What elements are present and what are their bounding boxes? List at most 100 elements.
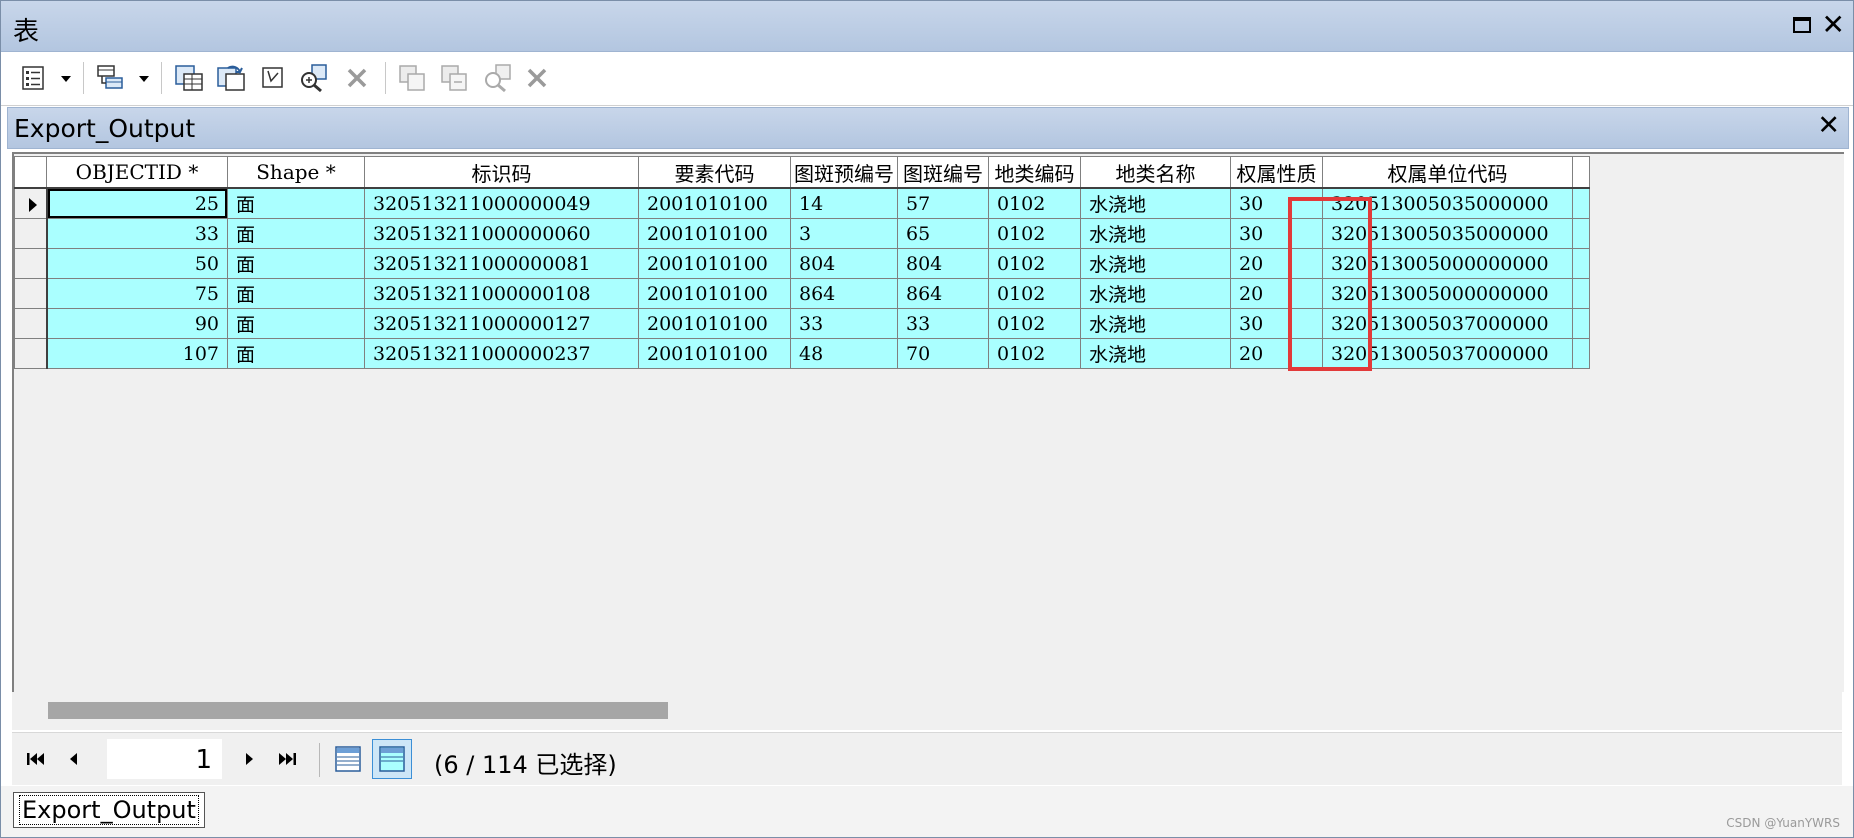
row-selector-header[interactable]	[14, 156, 47, 189]
table-cell[interactable]: 320513005035000000	[1322, 218, 1573, 249]
switch-selection-icon[interactable]	[215, 62, 247, 94]
table-cell[interactable]: 320513005000000000	[1322, 248, 1573, 279]
table-cell[interactable]: 320513211000000060	[364, 218, 639, 249]
attribute-grid[interactable]: OBJECTID * Shape * 标识码 要素代码 图斑预编号 图斑编号 地类编码 地类名…	[12, 152, 1844, 692]
window-title-bar[interactable]: 表 ✕	[1, 1, 1853, 52]
table-cell[interactable]: 33	[897, 308, 989, 339]
related-tables-icon[interactable]	[95, 62, 127, 94]
table-cell[interactable]: 90	[46, 308, 228, 339]
table-cell[interactable]: 面	[227, 308, 365, 339]
related-tables-dropdown-icon[interactable]	[139, 76, 149, 82]
first-record-icon[interactable]	[22, 747, 48, 771]
column-header[interactable]: 权属单位代码	[1322, 156, 1573, 189]
table-cell[interactable]: 33	[790, 308, 898, 339]
table-cell[interactable]: 48	[790, 338, 898, 369]
table-cell[interactable]: 0102	[988, 218, 1081, 249]
table-cell[interactable]: 面	[227, 218, 365, 249]
column-header[interactable]: 要素代码	[638, 156, 791, 189]
table-cell[interactable]: 2001010100	[638, 218, 791, 249]
table-options-icon[interactable]	[17, 62, 49, 94]
column-header[interactable]: 地类名称	[1080, 156, 1231, 189]
tab-export-output[interactable]: Export_Output	[13, 792, 205, 828]
table-cell[interactable]: 864	[790, 278, 898, 309]
table-cell[interactable]: 864	[897, 278, 989, 309]
table-cell[interactable]: 面	[227, 338, 365, 369]
table-cell[interactable]: 804	[790, 248, 898, 279]
clear-selection-icon[interactable]	[257, 62, 289, 94]
row-selector[interactable]	[14, 248, 48, 279]
table-cell[interactable]: 面	[227, 248, 365, 279]
table-options-dropdown-icon[interactable]	[61, 76, 71, 82]
column-header[interactable]: OBJECTID *	[46, 156, 228, 189]
table-cell[interactable]: 57	[897, 187, 989, 219]
show-selected-records-icon[interactable]	[372, 739, 412, 779]
table-row[interactable]: 90 面 320513211000000127 2001010100 33 33 0102 水…	[14, 308, 1590, 339]
maximize-icon[interactable]	[1793, 17, 1811, 33]
copy-selected-icon[interactable]	[397, 62, 429, 94]
current-record-value[interactable]: 1	[195, 745, 212, 775]
table-row[interactable]: 25 面 320513211000000049 2001010100 14 57 0102 水…	[14, 187, 1590, 219]
delete-selected-icon[interactable]	[341, 62, 373, 94]
select-by-attributes-icon[interactable]	[173, 62, 205, 94]
table-cell[interactable]: 水浇地	[1080, 338, 1231, 369]
table-cell[interactable]: 面	[227, 278, 365, 309]
table-cell[interactable]: 320513005037000000	[1322, 308, 1573, 339]
zoom-to-record-icon[interactable]	[481, 62, 513, 94]
scrollbar-thumb[interactable]	[48, 702, 668, 719]
table-cell[interactable]: 面	[227, 187, 365, 219]
table-cell[interactable]: 33	[46, 218, 228, 249]
table-row[interactable]: 33 面 320513211000000060 2001010100 3 65 0102 水浇…	[14, 218, 1590, 249]
column-header[interactable]: 地类编码	[988, 156, 1081, 189]
table-cell[interactable]: 2001010100	[638, 338, 791, 369]
table-cell[interactable]: 0102	[988, 338, 1081, 369]
table-cell[interactable]: 3	[790, 218, 898, 249]
table-cell[interactable]: 320513211000000127	[364, 308, 639, 339]
column-header[interactable]: 权属性质	[1230, 156, 1323, 189]
table-cell[interactable]: 30	[1230, 308, 1323, 339]
row-selector[interactable]	[14, 308, 48, 339]
table-cell[interactable]: 20	[1230, 248, 1323, 279]
previous-record-icon[interactable]	[60, 747, 86, 771]
table-row[interactable]: 75 面 320513211000000108 2001010100 864 864 010…	[14, 278, 1590, 309]
column-header[interactable]: 图斑预编号	[790, 156, 898, 189]
table-cell[interactable]: 65	[897, 218, 989, 249]
table-cell[interactable]: 25	[46, 187, 228, 219]
delete-record-icon[interactable]	[521, 62, 553, 94]
zoom-to-selected-icon[interactable]	[297, 62, 329, 94]
table-cell[interactable]: 75	[46, 278, 228, 309]
table-cell[interactable]: 320513005037000000	[1322, 338, 1573, 369]
column-header[interactable]: 图斑编号	[897, 156, 989, 189]
table-row[interactable]: 107 面 320513211000000237 2001010100 48 70 0102…	[14, 338, 1590, 369]
paste-icon[interactable]	[439, 62, 471, 94]
row-selector[interactable]	[14, 338, 48, 369]
table-cell[interactable]: 320513005035000000	[1322, 187, 1573, 219]
table-cell[interactable]: 320513211000000049	[364, 187, 639, 219]
row-selector[interactable]	[14, 218, 48, 249]
table-cell[interactable]: 水浇地	[1080, 248, 1231, 279]
table-cell[interactable]: 水浇地	[1080, 278, 1231, 309]
table-cell[interactable]: 0102	[988, 308, 1081, 339]
table-cell[interactable]: 20	[1230, 338, 1323, 369]
horizontal-scrollbar[interactable]	[12, 692, 1842, 730]
table-cell[interactable]: 2001010100	[638, 187, 791, 219]
table-cell[interactable]: 804	[897, 248, 989, 279]
column-header[interactable]: 标识码	[364, 156, 639, 189]
table-cell[interactable]: 50	[46, 248, 228, 279]
row-selector[interactable]	[14, 278, 48, 309]
table-cell[interactable]: 14	[790, 187, 898, 219]
table-cell[interactable]: 30	[1230, 187, 1323, 219]
table-cell[interactable]: 30	[1230, 218, 1323, 249]
table-cell[interactable]: 水浇地	[1080, 187, 1231, 219]
close-window-icon[interactable]: ✕	[1822, 9, 1845, 41]
table-cell[interactable]: 0102	[988, 187, 1081, 219]
table-cell[interactable]: 0102	[988, 278, 1081, 309]
show-all-records-icon[interactable]	[328, 739, 368, 779]
table-cell[interactable]: 2001010100	[638, 308, 791, 339]
current-record-field[interactable]: 1	[107, 739, 222, 779]
table-cell[interactable]: 320513211000000081	[364, 248, 639, 279]
next-record-icon[interactable]	[237, 747, 263, 771]
close-table-icon[interactable]: ✕	[1817, 110, 1840, 141]
table-row[interactable]: 50 面 320513211000000081 2001010100 804 804 010…	[14, 248, 1590, 279]
table-cell[interactable]: 320513005000000000	[1322, 278, 1573, 309]
table-cell[interactable]: 水浇地	[1080, 308, 1231, 339]
